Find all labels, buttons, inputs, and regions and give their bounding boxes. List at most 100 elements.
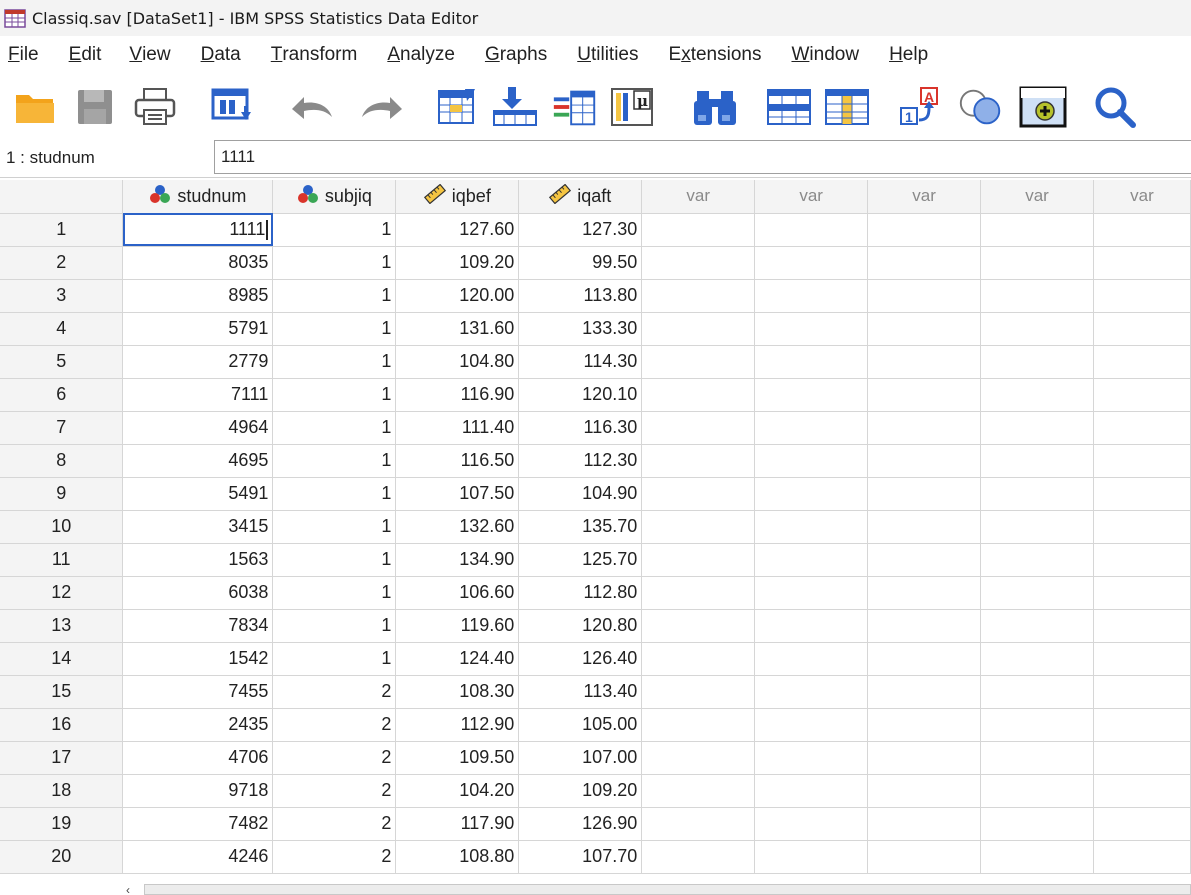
cell-iqaft[interactable]: 112.30	[518, 444, 643, 478]
row-number[interactable]: 18	[0, 774, 124, 808]
cell-studnum[interactable]: 9718	[122, 774, 274, 808]
row-number[interactable]: 15	[0, 675, 124, 709]
cell-empty[interactable]	[754, 444, 869, 478]
cell-iqbef[interactable]: 119.60	[395, 609, 520, 643]
cell-empty[interactable]	[1093, 543, 1191, 577]
cell-studnum[interactable]: 5491	[122, 477, 274, 511]
cell-empty[interactable]	[754, 312, 869, 346]
menu-file[interactable]: File	[0, 36, 47, 74]
cell-empty[interactable]	[641, 675, 756, 709]
cell-empty[interactable]	[867, 444, 982, 478]
cell-iqbef[interactable]: 107.50	[395, 477, 520, 511]
insert-cases-icon[interactable]	[764, 82, 814, 132]
menu-view[interactable]: View	[121, 36, 178, 74]
cell-studnum[interactable]: 8985	[122, 279, 274, 313]
column-header-empty-var[interactable]: var	[980, 180, 1094, 214]
row-number[interactable]: 8	[0, 444, 124, 478]
cell-empty[interactable]	[754, 840, 869, 874]
cell-empty[interactable]	[641, 807, 756, 841]
cell-empty[interactable]	[754, 708, 869, 742]
cell-iqaft[interactable]: 107.00	[518, 741, 643, 775]
select-cases-icon[interactable]	[956, 82, 1006, 132]
column-header-subjiq[interactable]: subjiq	[272, 180, 397, 214]
column-header-empty-var[interactable]: var	[867, 180, 982, 214]
cell-studnum[interactable]: 7111	[122, 378, 274, 412]
column-header-empty-var[interactable]: var	[641, 180, 756, 214]
find-icon[interactable]	[690, 82, 740, 132]
cell-empty[interactable]	[1093, 345, 1191, 379]
row-number[interactable]: 20	[0, 840, 124, 874]
column-header-iqaft[interactable]: iqaft	[518, 180, 643, 214]
row-number[interactable]: 3	[0, 279, 124, 313]
recall-dialog-icon[interactable]	[208, 82, 258, 132]
menu-edit[interactable]: Edit	[61, 36, 110, 74]
cell-empty[interactable]	[1093, 279, 1191, 313]
cell-empty[interactable]	[980, 345, 1094, 379]
row-number[interactable]: 17	[0, 741, 124, 775]
cell-empty[interactable]	[980, 378, 1094, 412]
horizontal-scrollbar[interactable]	[144, 884, 1191, 895]
cell-empty[interactable]	[1093, 213, 1191, 247]
cell-empty[interactable]	[641, 840, 756, 874]
cell-iqbef[interactable]: 104.80	[395, 345, 520, 379]
cell-subjiq[interactable]: 1	[272, 378, 397, 412]
cell-empty[interactable]	[641, 543, 756, 577]
cell-empty[interactable]	[980, 246, 1094, 280]
cell-iqbef[interactable]: 117.90	[395, 807, 520, 841]
cell-empty[interactable]	[641, 279, 756, 313]
cell-empty[interactable]	[867, 807, 982, 841]
cell-iqbef[interactable]: 124.40	[395, 642, 520, 676]
cell-empty[interactable]	[980, 609, 1094, 643]
cell-iqaft[interactable]: 135.70	[518, 510, 643, 544]
cell-empty[interactable]	[754, 609, 869, 643]
column-header-iqbef[interactable]: iqbef	[395, 180, 520, 214]
cell-empty[interactable]	[754, 642, 869, 676]
cell-empty[interactable]	[867, 213, 982, 247]
cell-empty[interactable]	[980, 774, 1094, 808]
cell-empty[interactable]	[1093, 510, 1191, 544]
row-number[interactable]: 12	[0, 576, 124, 610]
cell-empty[interactable]	[867, 642, 982, 676]
cell-empty[interactable]	[1093, 642, 1191, 676]
cell-empty[interactable]	[641, 609, 756, 643]
row-number[interactable]: 5	[0, 345, 124, 379]
row-number[interactable]: 1	[0, 213, 124, 247]
cell-iqaft[interactable]: 127.30	[518, 213, 643, 247]
cell-empty[interactable]	[980, 444, 1094, 478]
cell-empty[interactable]	[641, 477, 756, 511]
row-number[interactable]: 9	[0, 477, 124, 511]
cell-subjiq[interactable]: 1	[272, 642, 397, 676]
cell-iqaft[interactable]: 109.20	[518, 774, 643, 808]
cell-empty[interactable]	[754, 741, 869, 775]
scroll-left-arrow-icon[interactable]: ‹	[126, 883, 130, 895]
cell-subjiq[interactable]: 1	[272, 609, 397, 643]
cell-empty[interactable]	[867, 840, 982, 874]
row-number[interactable]: 10	[0, 510, 124, 544]
cell-studnum[interactable]: 7455	[122, 675, 274, 709]
cell-empty[interactable]	[867, 312, 982, 346]
cell-iqaft[interactable]: 120.10	[518, 378, 643, 412]
row-number[interactable]: 7	[0, 411, 124, 445]
row-number[interactable]: 4	[0, 312, 124, 346]
variables-icon[interactable]	[550, 82, 600, 132]
cell-iqaft[interactable]: 113.40	[518, 675, 643, 709]
cell-studnum[interactable]: 4706	[122, 741, 274, 775]
cell-iqbef[interactable]: 112.90	[395, 708, 520, 742]
cell-subjiq[interactable]: 2	[272, 840, 397, 874]
column-header-empty-var[interactable]: var	[1093, 180, 1191, 214]
cell-studnum[interactable]: 4964	[122, 411, 274, 445]
cell-empty[interactable]	[980, 279, 1094, 313]
cell-studnum[interactable]: 2435	[122, 708, 274, 742]
cell-empty[interactable]	[641, 411, 756, 445]
cell-empty[interactable]	[754, 543, 869, 577]
cell-empty[interactable]	[980, 840, 1094, 874]
cell-value-input[interactable]: 1111	[214, 140, 1191, 174]
cell-empty[interactable]	[1093, 807, 1191, 841]
menu-transform[interactable]: Transform	[263, 36, 366, 74]
menu-analyze[interactable]: Analyze	[379, 36, 463, 74]
cell-subjiq[interactable]: 1	[272, 411, 397, 445]
cell-empty[interactable]	[980, 213, 1094, 247]
cell-iqbef[interactable]: 109.50	[395, 741, 520, 775]
cell-empty[interactable]	[980, 510, 1094, 544]
cell-empty[interactable]	[641, 378, 756, 412]
